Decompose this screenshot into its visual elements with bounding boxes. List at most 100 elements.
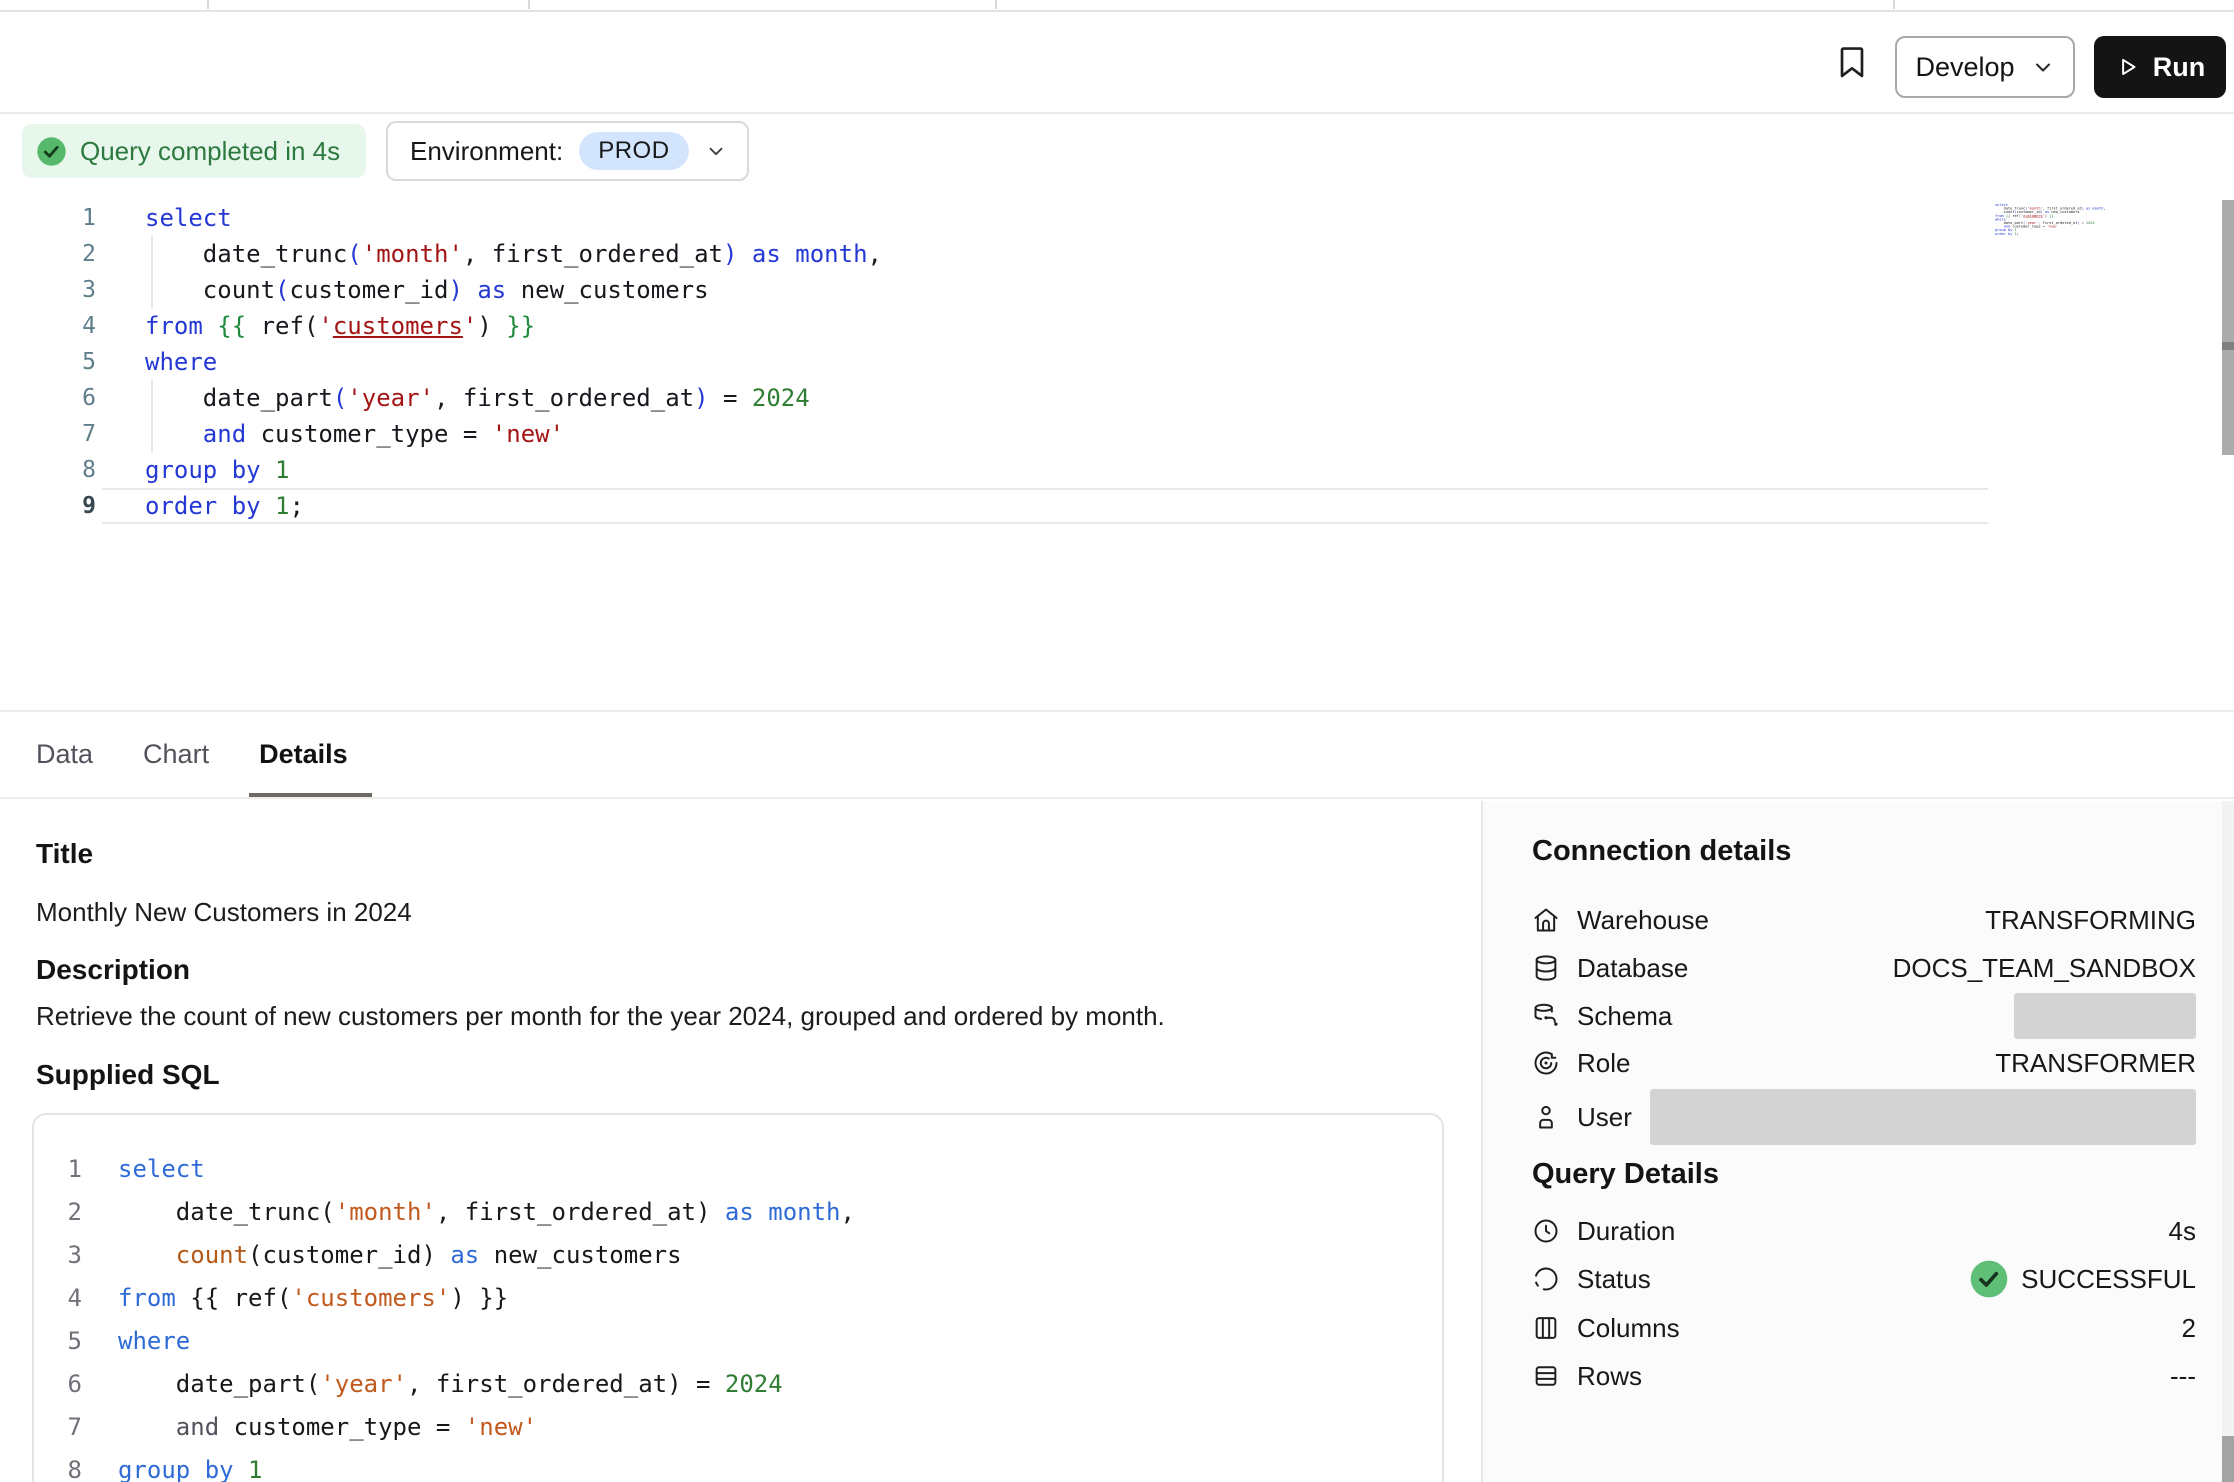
run-button[interactable]: Run xyxy=(2094,36,2226,98)
row-label: Role xyxy=(1577,1048,1630,1079)
develop-label: Develop xyxy=(1915,52,2014,83)
supplied-sql-heading: Supplied SQL xyxy=(36,1059,220,1091)
line-number: 6 xyxy=(34,1363,82,1406)
supplied-sql-block: 1select2 date_trunc('month', first_order… xyxy=(32,1113,1444,1482)
indent-guide xyxy=(151,236,153,308)
line-number: 4 xyxy=(34,1277,82,1320)
active-tab-underline xyxy=(249,793,372,797)
title-value: Monthly New Customers in 2024 xyxy=(36,897,412,928)
panel-scrollbar-thumb[interactable] xyxy=(2222,1436,2234,1482)
role-icon xyxy=(1532,1049,1560,1077)
tab-divider xyxy=(995,0,997,9)
warehouse-icon xyxy=(1532,906,1560,934)
line-number: 4 xyxy=(0,308,96,344)
environment-select[interactable]: Environment: PROD xyxy=(386,121,749,181)
chevron-down-icon xyxy=(705,140,727,162)
query-row-rows: Rows --- xyxy=(1532,1352,2196,1400)
line-number: 3 xyxy=(34,1234,82,1277)
code-line: 3 count(customer_id) as new_customers xyxy=(34,1234,1442,1277)
rows-value: --- xyxy=(2170,1361,2196,1392)
line-number: 3 xyxy=(0,272,96,308)
row-label: User xyxy=(1577,1102,1632,1133)
details-side-panel: Connection details Warehouse TRANSFORMIN… xyxy=(1481,801,2234,1482)
code-line: 7 and customer_type = 'new' xyxy=(34,1406,1442,1449)
code-line: 5where xyxy=(34,1320,1442,1363)
columns-icon xyxy=(1532,1314,1560,1342)
warehouse-value: TRANSFORMING xyxy=(1985,905,2196,936)
editor-scrollbar[interactable] xyxy=(2222,200,2234,455)
title-heading: Title xyxy=(36,838,93,870)
app-window: Develop Run Query completed in 4s Enviro… xyxy=(0,0,2234,1482)
bookmark-button[interactable] xyxy=(1830,32,1874,92)
line-number: 5 xyxy=(0,344,96,380)
develop-dropdown-button[interactable]: Develop xyxy=(1895,36,2075,98)
results-tabbar: Data Chart Details xyxy=(0,710,2234,799)
columns-value: 2 xyxy=(2182,1313,2196,1344)
duration-icon xyxy=(1532,1217,1560,1245)
code-line[interactable]: 4from {{ ref('customers') }} xyxy=(0,308,2222,344)
rows-icon xyxy=(1532,1362,1560,1390)
connection-row-database: Database DOCS_TEAM_SANDBOX xyxy=(1532,944,2196,992)
tab-divider xyxy=(207,0,209,9)
connection-row-schema: Schema xyxy=(1532,992,2196,1040)
row-label: Warehouse xyxy=(1577,905,1709,936)
connection-details-heading: Connection details xyxy=(1532,835,1791,868)
line-number: 1 xyxy=(34,1148,82,1191)
line-number: 7 xyxy=(0,416,96,452)
query-status-text: Query completed in 4s xyxy=(80,136,340,167)
line-number: 2 xyxy=(0,236,96,272)
connection-row-user: User xyxy=(1532,1088,2196,1146)
sql-editor[interactable]: 1select2 date_trunc('month', first_order… xyxy=(0,200,2222,524)
tab-divider xyxy=(1893,0,1895,9)
connection-row-warehouse: Warehouse TRANSFORMING xyxy=(1532,896,2196,944)
description-heading: Description xyxy=(36,954,190,986)
scrollbar-line-marker xyxy=(2222,342,2234,350)
schema-icon xyxy=(1532,1002,1560,1030)
connection-row-role: Role TRANSFORMER xyxy=(1532,1039,2196,1087)
row-label: Status xyxy=(1577,1264,1651,1295)
redacted-user-value xyxy=(1650,1089,2196,1145)
editor-minimap[interactable]: select date_trunc('month', first_ordered… xyxy=(1995,203,2113,243)
line-number: 6 xyxy=(0,380,96,416)
query-row-columns: Columns 2 xyxy=(1532,1304,2196,1352)
indent-guide xyxy=(151,380,153,452)
play-icon xyxy=(2115,54,2141,80)
code-line: 2 date_trunc('month', first_ordered_at) … xyxy=(34,1191,1442,1234)
role-value: TRANSFORMER xyxy=(1995,1048,2196,1079)
status-loader-icon xyxy=(1532,1265,1560,1293)
tab-divider xyxy=(528,0,530,9)
row-label: Database xyxy=(1577,953,1688,984)
code-line[interactable]: 3 count(customer_id) as new_customers xyxy=(0,272,2222,308)
tab-details[interactable]: Details xyxy=(259,739,348,770)
code-line: order by 1; xyxy=(1995,232,2013,236)
query-details-heading: Query Details xyxy=(1532,1158,1719,1191)
code-line[interactable]: 9order by 1; xyxy=(0,488,2222,524)
line-number: 8 xyxy=(0,452,96,488)
bookmark-icon xyxy=(1833,41,1871,83)
query-row-duration: Duration 4s xyxy=(1532,1207,2196,1255)
query-row-status: Status SUCCESSFUL xyxy=(1532,1255,2196,1303)
line-number: 7 xyxy=(34,1406,82,1449)
line-number: 8 xyxy=(34,1449,82,1482)
tab-chart[interactable]: Chart xyxy=(143,739,209,770)
header-bar: Develop Run xyxy=(0,12,2234,114)
row-label: Columns xyxy=(1577,1313,1680,1344)
redacted-schema-value xyxy=(2014,993,2196,1039)
code-line[interactable]: 6 date_part('year', first_ordered_at) = … xyxy=(0,380,2222,416)
code-line[interactable]: 5where xyxy=(0,344,2222,380)
browser-tab-strip xyxy=(0,0,2234,12)
tab-data[interactable]: Data xyxy=(36,739,93,770)
code-line[interactable]: 1select xyxy=(0,200,2222,236)
code-line[interactable]: 8group by 1 xyxy=(0,452,2222,488)
code-line: 8group by 1 xyxy=(34,1449,1442,1482)
line-number: 1 xyxy=(0,200,96,236)
row-label: Duration xyxy=(1577,1216,1675,1247)
environment-label: Environment: xyxy=(410,136,563,167)
row-label: Rows xyxy=(1577,1361,1642,1392)
code-line[interactable]: 7 and customer_type = 'new' xyxy=(0,416,2222,452)
database-icon xyxy=(1532,954,1560,982)
query-status-pill: Query completed in 4s xyxy=(22,124,366,178)
user-icon xyxy=(1532,1103,1560,1131)
code-line[interactable]: 2 date_trunc('month', first_ordered_at) … xyxy=(0,236,2222,272)
line-number: 9 xyxy=(0,488,96,524)
